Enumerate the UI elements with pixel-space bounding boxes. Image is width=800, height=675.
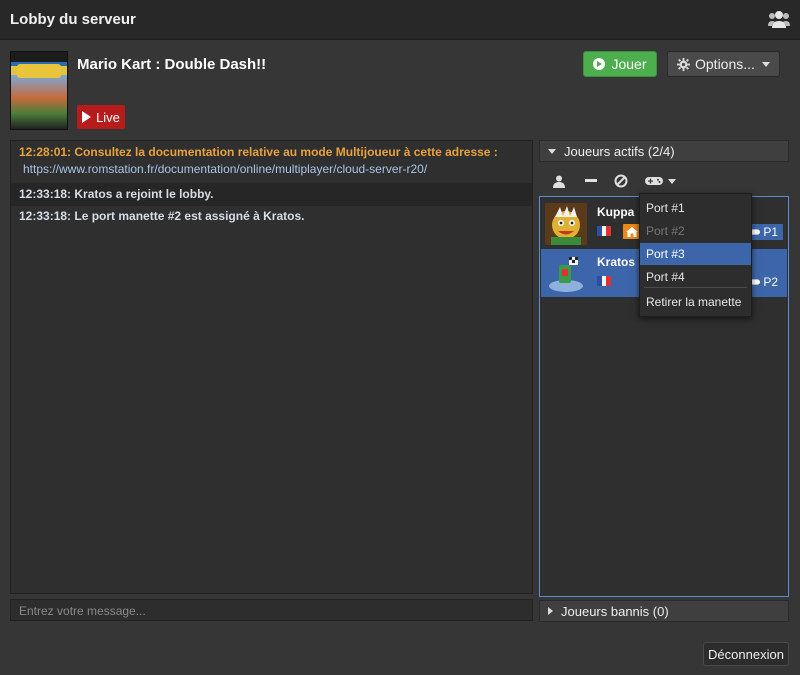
- message-text: Le port manette #2 est assigné à Kratos.: [74, 209, 305, 223]
- ban-icon: [614, 174, 628, 188]
- chat-message-input[interactable]: Entrez votre message...: [10, 599, 533, 621]
- minus-icon: [585, 179, 597, 182]
- expand-arrow-icon: [548, 607, 553, 615]
- game-cover-image: [10, 51, 68, 130]
- port-label: P2: [763, 275, 778, 289]
- disconnect-button[interactable]: Déconnexion: [703, 642, 789, 666]
- gamepad-icon: [645, 177, 663, 185]
- message-time: 12:28:01:: [19, 145, 72, 159]
- kick-button[interactable]: [583, 171, 599, 191]
- gear-icon: [677, 57, 690, 71]
- active-players-header[interactable]: Joueurs actifs (2/4): [539, 140, 789, 162]
- message-text: Consultez la documentation relative au m…: [74, 145, 498, 159]
- port-label: P1: [763, 225, 778, 239]
- menu-item-remove-controller[interactable]: Retirer la manette: [640, 291, 751, 313]
- chat-message: 12:33:18: Le port manette #2 est assigné…: [11, 206, 532, 228]
- banned-players-title: Joueurs bannis (0): [561, 603, 669, 619]
- player-avatar: [545, 253, 587, 295]
- player-avatar: [545, 203, 587, 245]
- banned-players-header[interactable]: Joueurs bannis (0): [539, 600, 789, 622]
- players-toolbar: [539, 166, 789, 196]
- menu-item-port-3[interactable]: Port #3: [640, 243, 751, 265]
- chat-log[interactable]: 12:28:01: Consultez la documentation rel…: [10, 140, 533, 594]
- message-time: 12:33:18:: [19, 187, 72, 201]
- live-label: Live: [96, 109, 120, 125]
- france-flag-icon: [597, 226, 612, 236]
- profile-button[interactable]: [551, 171, 567, 191]
- assign-port-button[interactable]: [645, 171, 681, 191]
- caret-down-icon: [668, 178, 676, 184]
- options-button[interactable]: Options...: [667, 51, 780, 77]
- users-icon[interactable]: [768, 9, 790, 29]
- chat-message: 12:28:01: Consultez la documentation rel…: [11, 141, 532, 181]
- play-button[interactable]: Jouer: [583, 51, 657, 77]
- menu-item-port-2: Port #2: [646, 224, 685, 238]
- message-text: Kratos a rejoint le lobby.: [74, 187, 214, 201]
- player-name: Kratos: [597, 255, 636, 269]
- window-titlebar: Lobby du serveur: [0, 0, 800, 40]
- play-icon: [82, 111, 92, 123]
- menu-item-port-4[interactable]: Port #4: [640, 266, 751, 288]
- port-dropdown-menu: Port #1 Port #2 Port #3 Port #4 Retirer …: [639, 193, 752, 317]
- active-players-title: Joueurs actifs (2/4): [564, 143, 675, 159]
- options-label: Options...: [695, 56, 755, 72]
- caret-down-icon: [762, 62, 770, 67]
- live-button[interactable]: Live: [77, 105, 125, 129]
- documentation-link[interactable]: https://www.romstation.fr/documentation/…: [19, 161, 524, 178]
- play-circle-icon: [593, 58, 606, 70]
- user-icon: [553, 175, 565, 188]
- window-title: Lobby du serveur: [10, 11, 136, 28]
- ban-button[interactable]: [613, 171, 629, 191]
- collapse-arrow-icon: [548, 148, 556, 154]
- france-flag-icon: [597, 276, 612, 286]
- player-name: Kuppa: [597, 205, 635, 219]
- play-label: Jouer: [611, 56, 647, 72]
- menu-item-port-1[interactable]: Port #1: [640, 197, 751, 219]
- game-title: Mario Kart : Double Dash!!: [77, 56, 267, 73]
- menu-divider: [644, 287, 747, 288]
- chat-message: 12:33:18: Kratos a rejoint le lobby.: [11, 183, 532, 206]
- message-time: 12:33:18:: [19, 209, 72, 223]
